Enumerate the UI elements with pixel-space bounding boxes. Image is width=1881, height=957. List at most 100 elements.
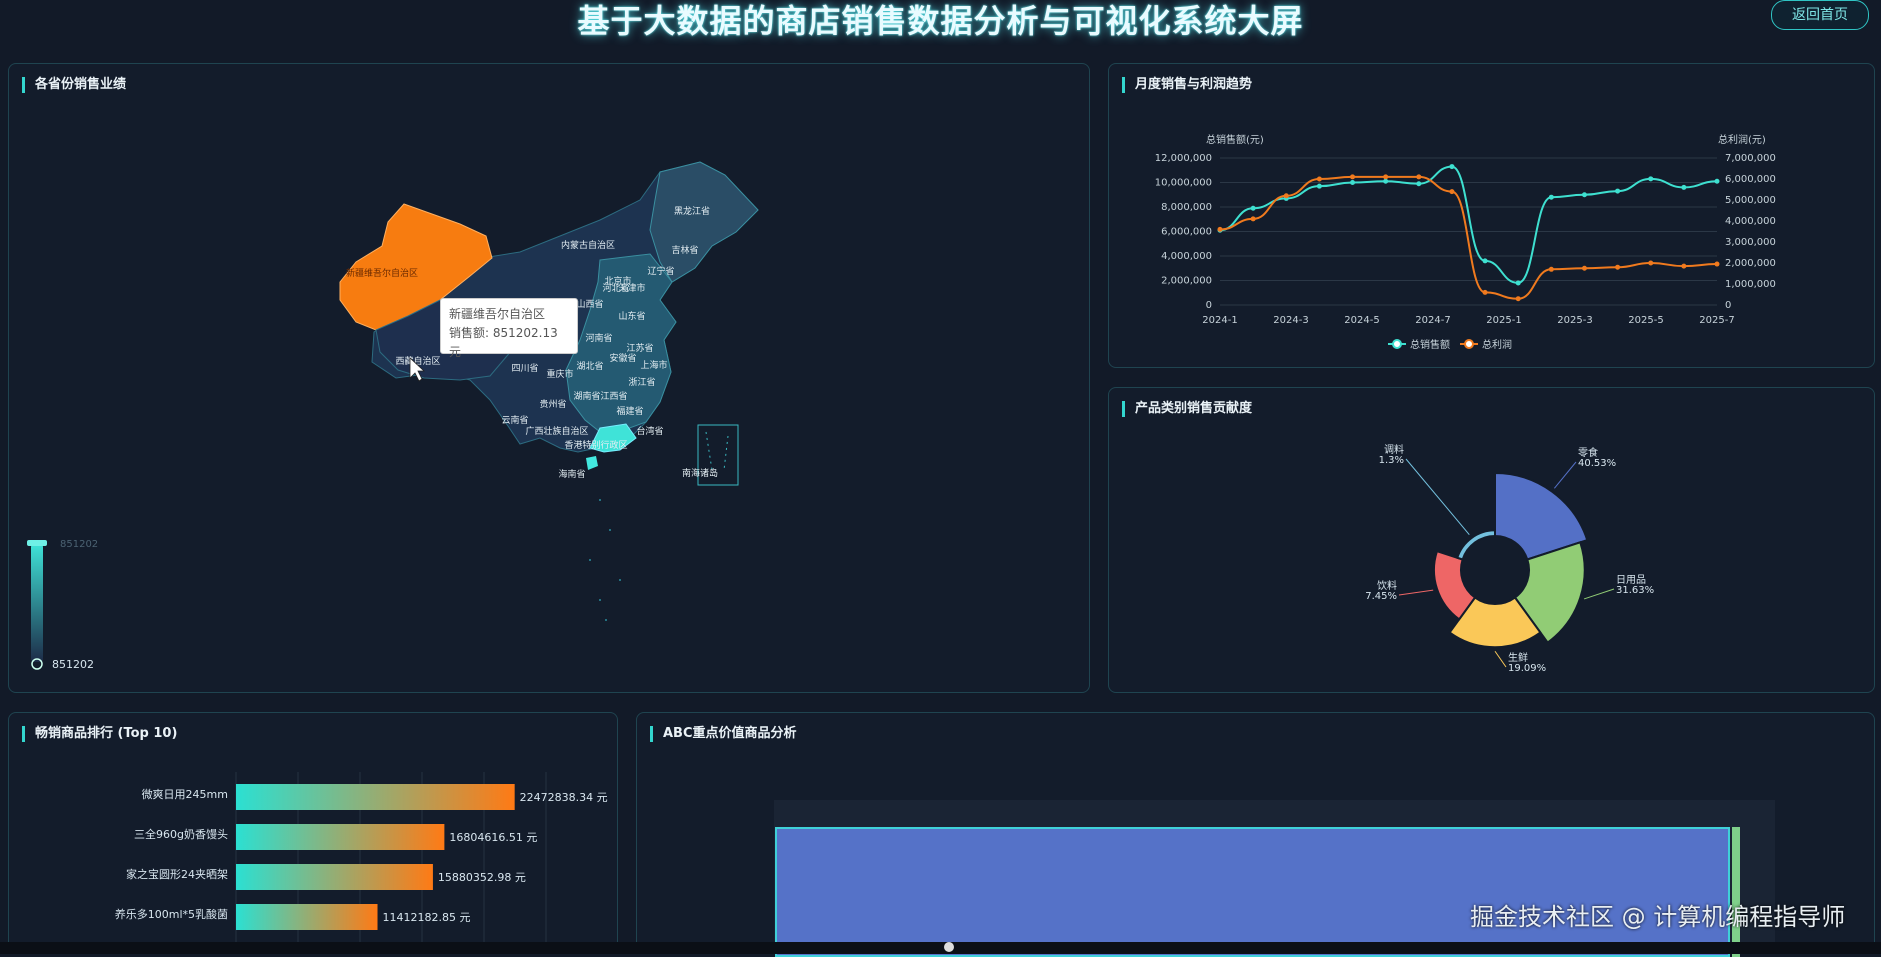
province-label: 江西省 — [600, 390, 627, 402]
data-point[interactable] — [1714, 261, 1720, 267]
bar[interactable] — [236, 904, 378, 930]
data-point[interactable] — [1250, 205, 1256, 211]
slice-pct-label: 1.3% — [1379, 455, 1404, 466]
data-point[interactable] — [1449, 189, 1455, 195]
data-point[interactable] — [1482, 258, 1488, 264]
y2-tick-label: 7,000,000 — [1725, 153, 1776, 164]
y-tick-label: 2,000,000 — [1161, 276, 1212, 287]
y-tick-label: 4,000,000 — [1161, 251, 1212, 262]
data-point[interactable] — [1482, 289, 1488, 295]
tooltip-region: 新疆维吾尔自治区 — [449, 307, 546, 321]
tooltip-sales: 销售额: 851202.13元 — [449, 326, 558, 359]
data-point[interactable] — [1350, 174, 1356, 180]
legend-label[interactable]: 总销售额 — [1410, 338, 1450, 351]
data-point[interactable] — [1548, 194, 1554, 200]
data-point[interactable] — [1250, 216, 1256, 222]
data-point[interactable] — [1383, 174, 1389, 180]
province-label: 云南省 — [501, 414, 528, 426]
slice-pct-label: 31.63% — [1616, 585, 1654, 596]
data-point[interactable] — [1416, 181, 1422, 187]
province-label: 河南省 — [585, 332, 612, 344]
abc-treemap-block-b[interactable] — [1732, 827, 1740, 957]
y-tick-label: 0 — [1206, 300, 1212, 311]
bar-category-label: 三全960g奶香馒头 — [134, 827, 228, 841]
y2-tick-label: 6,000,000 — [1725, 174, 1776, 185]
bar[interactable] — [236, 824, 445, 850]
data-point[interactable] — [1217, 226, 1223, 232]
bar-category-label: 家之宝圆形24夹晒架 — [126, 867, 228, 881]
x-tick-label: 2025-1 — [1486, 315, 1521, 326]
x-tick-label: 2025-3 — [1557, 315, 1592, 326]
data-point[interactable] — [1416, 174, 1422, 180]
data-point[interactable] — [1548, 266, 1554, 272]
data-point[interactable] — [1681, 263, 1687, 269]
bar-value-label: 15880352.98 元 — [438, 871, 526, 884]
y2-tick-label: 4,000,000 — [1725, 216, 1776, 227]
y2-tick-label: 1,000,000 — [1725, 279, 1776, 290]
bar[interactable] — [236, 864, 433, 890]
top-products-bar-chart[interactable]: 微爽日用245mm 22472838.34 元三全960g奶香馒头 16804616… — [8, 712, 618, 942]
data-point[interactable] — [1615, 264, 1621, 270]
northeast-region[interactable] — [649, 161, 759, 283]
data-point[interactable] — [1316, 183, 1322, 189]
data-point[interactable] — [1681, 184, 1687, 190]
slice-pct-label: 19.09% — [1508, 663, 1546, 674]
province-label: 福建省 — [616, 405, 643, 417]
category-rose-chart[interactable]: 零食40.53%日用品31.63%生鲜19.09%饮料7.45%调料1.3% — [1108, 387, 1875, 693]
abc-treemap-block-a[interactable] — [775, 827, 1730, 957]
china-map[interactable]: 新疆维吾尔自治区内蒙古自治区黑龙江省吉林省辽宁省北京市河北省天津市山西省山东省河… — [8, 63, 1090, 693]
x-tick-label: 2025-7 — [1699, 315, 1734, 326]
data-point[interactable] — [1515, 280, 1521, 286]
visualmap-bar[interactable] — [31, 544, 43, 662]
data-point[interactable] — [1648, 176, 1654, 182]
province-label: 安徽省 — [609, 352, 636, 364]
data-point[interactable] — [1449, 164, 1455, 170]
province-label: 四川省 — [511, 362, 538, 374]
y-tick-label: 12,000,000 — [1155, 153, 1212, 164]
south-sea-dashes — [705, 431, 729, 471]
x-tick-label: 2024-3 — [1273, 315, 1308, 326]
x-tick-label: 2024-7 — [1415, 315, 1450, 326]
bar-category-label: 微爽日用245mm — [142, 787, 228, 801]
data-point[interactable] — [1581, 265, 1587, 271]
rose-slice[interactable] — [1455, 529, 1496, 561]
y2-tick-label: 2,000,000 — [1725, 258, 1776, 269]
x-tick-label: 2024-5 — [1344, 315, 1379, 326]
legend-label[interactable]: 总利润 — [1482, 338, 1512, 351]
province-label: 台湾省 — [636, 425, 663, 437]
data-point[interactable] — [1581, 192, 1587, 198]
province-label: 新疆维吾尔自治区 — [346, 267, 418, 279]
data-point[interactable] — [1515, 296, 1521, 302]
data-point[interactable] — [1714, 178, 1720, 184]
data-point[interactable] — [1283, 193, 1289, 199]
slice-leader-line — [1398, 589, 1434, 596]
data-point[interactable] — [1648, 260, 1654, 266]
province-label: 江苏省 — [626, 342, 653, 354]
monthly-line-chart[interactable]: 总销售额(元) 总利润(元) 12,000,000 10,000,000 8,000,0… — [1108, 63, 1875, 368]
data-point[interactable] — [1316, 176, 1322, 182]
page-title: 基于大数据的商店销售数据分析与可视化系统大屏 — [577, 2, 1304, 40]
data-point[interactable] — [1615, 188, 1621, 194]
visualmap-top-handle[interactable] — [27, 540, 47, 546]
province-label: 香港特别行政区 — [564, 439, 627, 451]
province-label: 贵州省 — [539, 398, 566, 410]
province-label: 广西壮族自治区 — [525, 425, 588, 437]
province-label: 辽宁省 — [647, 265, 674, 277]
province-label: 南海诸岛 — [682, 467, 718, 479]
bar-value-label: 11412182.85 元 — [383, 911, 471, 924]
y2-tick-label: 5,000,000 — [1725, 195, 1776, 206]
legend-marker[interactable] — [1392, 339, 1402, 349]
data-point[interactable] — [1383, 178, 1389, 184]
y-tick-label: 8,000,000 — [1161, 202, 1212, 213]
province-label: 内蒙古自治区 — [561, 239, 615, 251]
slice-pct-label: 40.53% — [1578, 458, 1616, 469]
series-line-sales[interactable] — [1219, 165, 1718, 284]
bar[interactable] — [236, 784, 515, 810]
hainan-island[interactable] — [586, 456, 598, 470]
video-progress-bar[interactable] — [0, 942, 1881, 954]
y-axis-label: 总销售额(元) — [1206, 133, 1264, 146]
home-button[interactable]: 返回首页 — [1771, 0, 1869, 30]
legend-marker[interactable] — [1464, 339, 1474, 349]
data-point[interactable] — [1350, 180, 1356, 185]
progress-handle[interactable] — [944, 942, 954, 952]
